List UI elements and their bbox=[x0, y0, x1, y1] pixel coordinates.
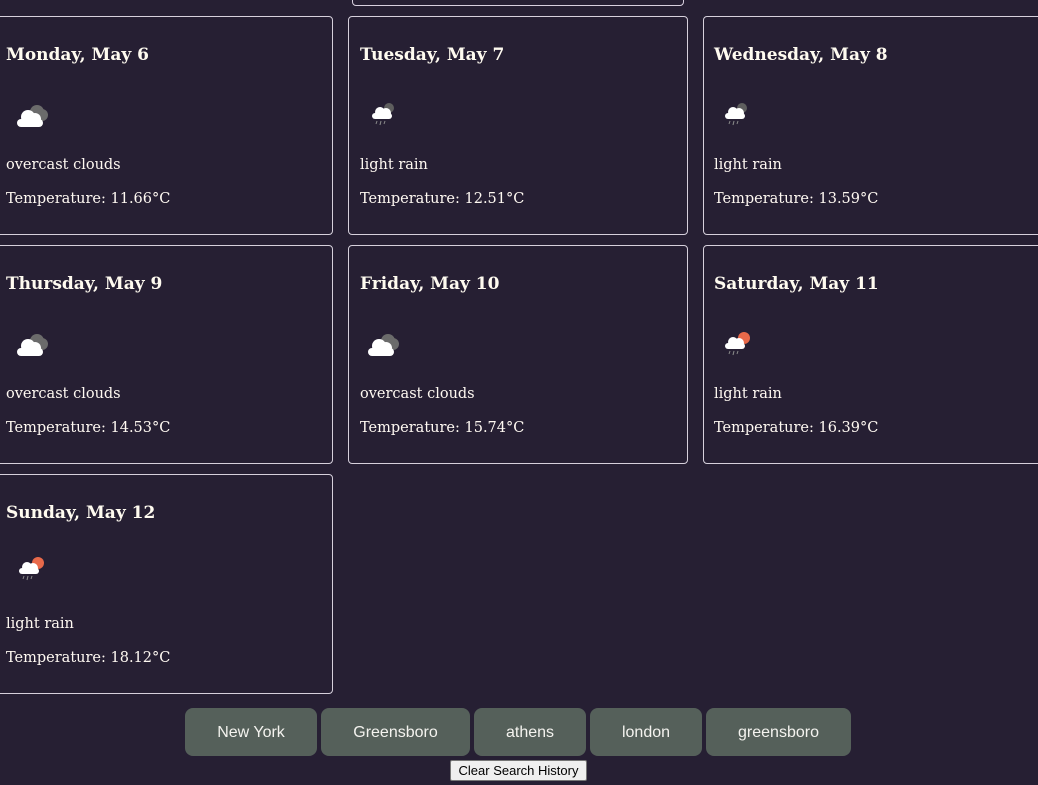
forecast-description: light rain bbox=[360, 157, 428, 173]
forecast-description: light rain bbox=[714, 157, 782, 173]
forecast-day-label: Saturday, May 11 bbox=[714, 274, 879, 294]
history-button-new-york[interactable]: New York bbox=[185, 708, 317, 756]
search-history: New York Greensboro athens london greens… bbox=[0, 708, 1038, 756]
forecast-card-friday: Friday, May 10 overcast clouds Temperatu… bbox=[348, 245, 688, 464]
history-button-greensboro[interactable]: Greensboro bbox=[321, 708, 470, 756]
forecast-temperature: Temperature: 11.66°C bbox=[6, 191, 171, 207]
forecast-description: overcast clouds bbox=[360, 386, 475, 402]
history-button-athens[interactable]: athens bbox=[474, 708, 586, 756]
forecast-card-monday: Monday, May 6 overcast clouds Temperatur… bbox=[0, 16, 333, 235]
overcast-clouds-icon bbox=[9, 328, 55, 362]
forecast-temperature: Temperature: 15.74°C bbox=[360, 420, 525, 436]
forecast-temperature: Temperature: 12.51°C bbox=[360, 191, 525, 207]
forecast-day-label: Monday, May 6 bbox=[6, 45, 149, 65]
forecast-description: light rain bbox=[714, 386, 782, 402]
forecast-day-label: Sunday, May 12 bbox=[6, 503, 156, 523]
forecast-card-wednesday: Wednesday, May 8 light rain Temperature:… bbox=[703, 16, 1038, 235]
forecast-card-sunday: Sunday, May 12 light rain Temperature: 1… bbox=[0, 474, 333, 694]
forecast-description: overcast clouds bbox=[6, 386, 121, 402]
light-rain-sun-icon bbox=[718, 328, 764, 362]
forecast-day-label: Thursday, May 9 bbox=[6, 274, 163, 294]
forecast-temperature: Temperature: 13.59°C bbox=[714, 191, 879, 207]
forecast-description: overcast clouds bbox=[6, 157, 121, 173]
forecast-card-tuesday: Tuesday, May 7 light rain Temperature: 1… bbox=[348, 16, 688, 235]
search-panel-edge bbox=[352, 0, 684, 6]
forecast-day-label: Wednesday, May 8 bbox=[714, 45, 888, 65]
history-button-london[interactable]: london bbox=[590, 708, 702, 756]
history-button-greensboro-lower[interactable]: greensboro bbox=[706, 708, 851, 756]
forecast-day-label: Friday, May 10 bbox=[360, 274, 500, 294]
forecast-description: light rain bbox=[6, 616, 74, 632]
forecast-temperature: Temperature: 18.12°C bbox=[6, 650, 171, 666]
light-rain-sun-icon bbox=[12, 553, 58, 587]
overcast-clouds-icon bbox=[9, 99, 55, 133]
forecast-card-thursday: Thursday, May 9 overcast clouds Temperat… bbox=[0, 245, 333, 464]
clear-search-history-button[interactable]: Clear Search History bbox=[450, 760, 587, 781]
overcast-clouds-icon bbox=[360, 328, 406, 362]
forecast-temperature: Temperature: 16.39°C bbox=[714, 420, 879, 436]
forecast-card-saturday: Saturday, May 11 light rain Temperature:… bbox=[703, 245, 1038, 464]
light-rain-night-icon bbox=[365, 99, 411, 133]
forecast-day-label: Tuesday, May 7 bbox=[360, 45, 505, 65]
light-rain-night-icon bbox=[718, 99, 764, 133]
forecast-temperature: Temperature: 14.53°C bbox=[6, 420, 171, 436]
